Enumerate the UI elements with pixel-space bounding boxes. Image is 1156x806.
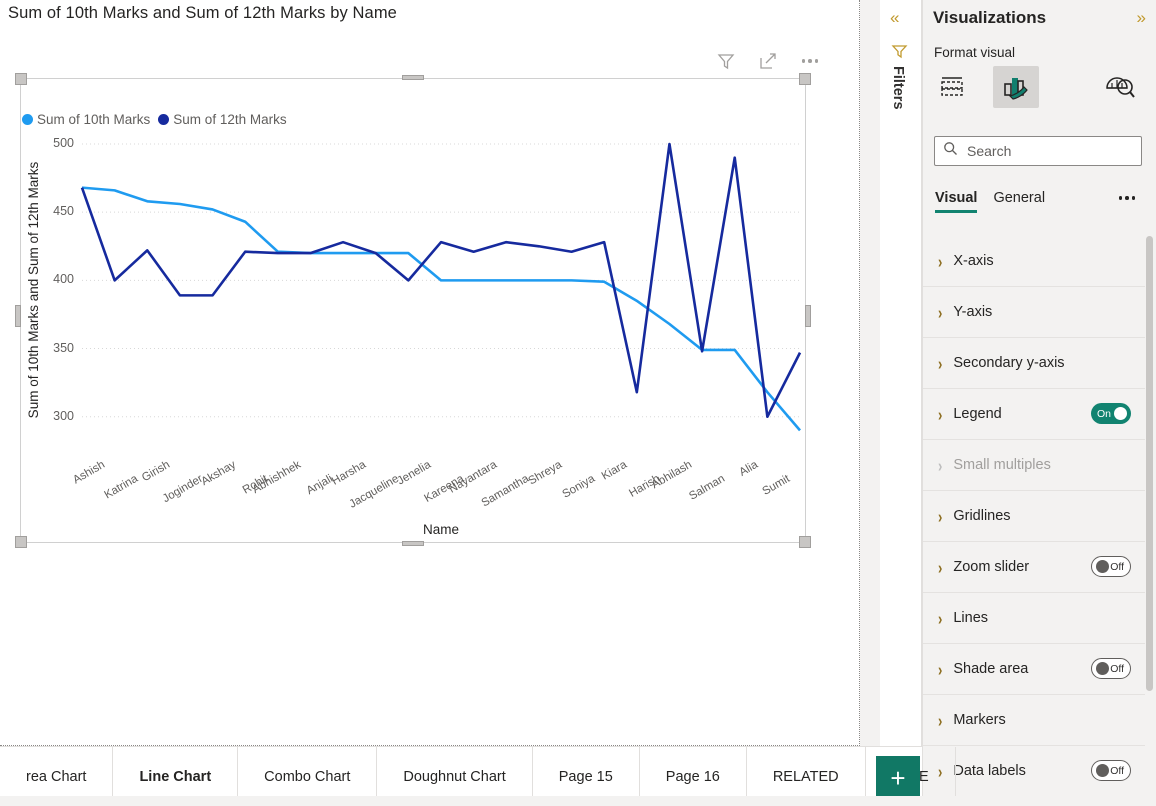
chart-title: Sum of 10th Marks and Sum of 12th Marks …: [8, 4, 397, 22]
toggle-data-labels[interactable]: Off: [1091, 760, 1131, 781]
chevrons-left-icon[interactable]: «: [890, 8, 899, 28]
format-section-data-labels[interactable]: › Data labels Off: [923, 746, 1145, 796]
chevron-right-icon: ›: [938, 352, 943, 374]
chevron-right-icon: ›: [938, 454, 943, 476]
format-section-markers[interactable]: › Markers: [923, 695, 1145, 746]
tab-general[interactable]: General: [993, 190, 1045, 213]
resize-handle-bottom-left[interactable]: [15, 536, 27, 548]
format-section-zoom-slider[interactable]: › Zoom slider Off: [923, 542, 1145, 593]
toggle-state-label: Off: [1110, 662, 1124, 675]
analytics-magnifier-icon[interactable]: [1097, 66, 1143, 108]
chevrons-right-icon[interactable]: »: [1137, 8, 1146, 28]
format-section-x-axis[interactable]: › X-axis: [923, 236, 1145, 287]
format-section-label: Legend: [953, 406, 1002, 422]
more-options-icon[interactable]: [1118, 196, 1135, 206]
toggle-state-label: Off: [1110, 764, 1124, 777]
legend-label: Sum of 12th Marks: [173, 112, 287, 127]
chevron-right-icon: ›: [938, 250, 943, 272]
legend-item[interactable]: Sum of 12th Marks: [158, 112, 287, 127]
resize-handle-middle-left[interactable]: [15, 304, 21, 327]
format-section-y-axis[interactable]: › Y-axis: [923, 287, 1145, 338]
legend-color-dot: [22, 114, 33, 125]
add-page-button[interactable]: +: [876, 756, 920, 800]
visual-selection-frame: [15, 73, 811, 548]
filter-funnel-icon[interactable]: [891, 42, 909, 65]
tab-visual[interactable]: Visual: [935, 190, 978, 213]
powerbi-report-window: Sum of 10th Marks and Sum of 12th Marks …: [0, 0, 1156, 806]
format-visual-paintbrush-icon[interactable]: [993, 66, 1039, 108]
filters-pane-label: Filters: [890, 66, 906, 110]
chevron-right-icon: ›: [938, 301, 943, 323]
toggle-zoom-slider[interactable]: Off: [1091, 556, 1131, 577]
chevron-right-icon: ›: [938, 556, 943, 578]
resize-handle-top-center[interactable]: [402, 75, 424, 80]
build-visual-icon[interactable]: [929, 66, 975, 108]
format-section-label: Markers: [953, 712, 1006, 728]
format-visual-label: Format visual: [934, 45, 1016, 60]
line-chart-visual[interactable]: [15, 73, 811, 548]
format-section-label: Small multiples: [953, 457, 1051, 473]
resize-handle-middle-right[interactable]: [805, 304, 811, 327]
format-section-small-multiples: › Small multiples: [923, 440, 1145, 491]
legend-color-dot: [158, 114, 170, 125]
search-field[interactable]: [965, 142, 1133, 160]
search-icon: [943, 141, 958, 161]
filter-icon[interactable]: [715, 50, 737, 72]
toggle-state-label: On: [1097, 407, 1112, 420]
format-section-label: Y-axis: [953, 304, 993, 320]
filters-pane-collapsed[interactable]: « Filters: [880, 0, 922, 806]
report-canvas[interactable]: Sum of 10th Marks and Sum of 12th Marks …: [0, 0, 860, 746]
visualizations-pane: Visualizations » Format visual Search Vi…: [922, 0, 1156, 806]
chevron-right-icon: ›: [938, 709, 943, 731]
search-input[interactable]: [934, 136, 1142, 166]
toggle-knob: [1114, 407, 1127, 420]
visual-header-icons: [715, 50, 821, 72]
toggle-shade-area[interactable]: Off: [1091, 658, 1131, 679]
chevron-right-icon: ›: [938, 607, 943, 629]
resize-handle-bottom-right[interactable]: [799, 536, 811, 548]
visual-pane-icon-row: [923, 64, 1156, 110]
pane-scrollbar[interactable]: [1146, 236, 1153, 691]
chevron-right-icon: ›: [938, 658, 943, 680]
toggle-knob: [1096, 662, 1109, 675]
format-section-label: Data labels: [953, 763, 1026, 779]
resize-handle-bottom-center[interactable]: [402, 541, 424, 546]
format-section-label: Shade area: [953, 661, 1029, 677]
chevron-right-icon: ›: [938, 403, 943, 425]
format-section-label: Gridlines: [953, 508, 1011, 524]
format-section-legend[interactable]: › Legend On: [923, 389, 1145, 440]
resize-handle-top-left[interactable]: [15, 73, 27, 85]
toggle-knob: [1096, 560, 1109, 573]
toggle-state-label: Off: [1110, 560, 1124, 573]
visualizations-pane-title: Visualizations: [933, 8, 1047, 27]
resize-handle-top-right[interactable]: [799, 73, 811, 85]
format-section-label: X-axis: [953, 253, 994, 269]
chevron-right-icon: ›: [938, 505, 943, 527]
focus-mode-icon[interactable]: [757, 50, 779, 72]
format-section-secondary-y-axis[interactable]: › Secondary y-axis: [923, 338, 1145, 389]
bottom-strip: [0, 796, 1156, 806]
format-sections-list[interactable]: › X-axis › Y-axis › Secondary y-axis › Legend On…: [923, 236, 1145, 796]
format-section-label: Secondary y-axis: [953, 355, 1065, 371]
format-section-label: Lines: [953, 610, 989, 626]
format-section-gridlines[interactable]: › Gridlines: [923, 491, 1145, 542]
visualizations-pane-header: Visualizations »: [923, 0, 1156, 40]
x-axis-title: Name: [422, 522, 459, 537]
toggle-knob: [1096, 764, 1109, 777]
legend-item[interactable]: Sum of 10th Marks: [22, 112, 150, 127]
format-section-label: Zoom slider: [953, 559, 1030, 575]
legend-label: Sum of 10th Marks: [37, 112, 151, 127]
toggle-legend[interactable]: On: [1091, 403, 1131, 424]
more-options-icon[interactable]: [799, 50, 821, 72]
format-section-lines[interactable]: › Lines: [923, 593, 1145, 644]
visual-general-tabs: Visual General: [923, 184, 1156, 218]
chart-legend: Sum of 10th Marks Sum of 12th Marks: [22, 112, 287, 127]
format-section-shade-area[interactable]: › Shade area Off: [923, 644, 1145, 695]
